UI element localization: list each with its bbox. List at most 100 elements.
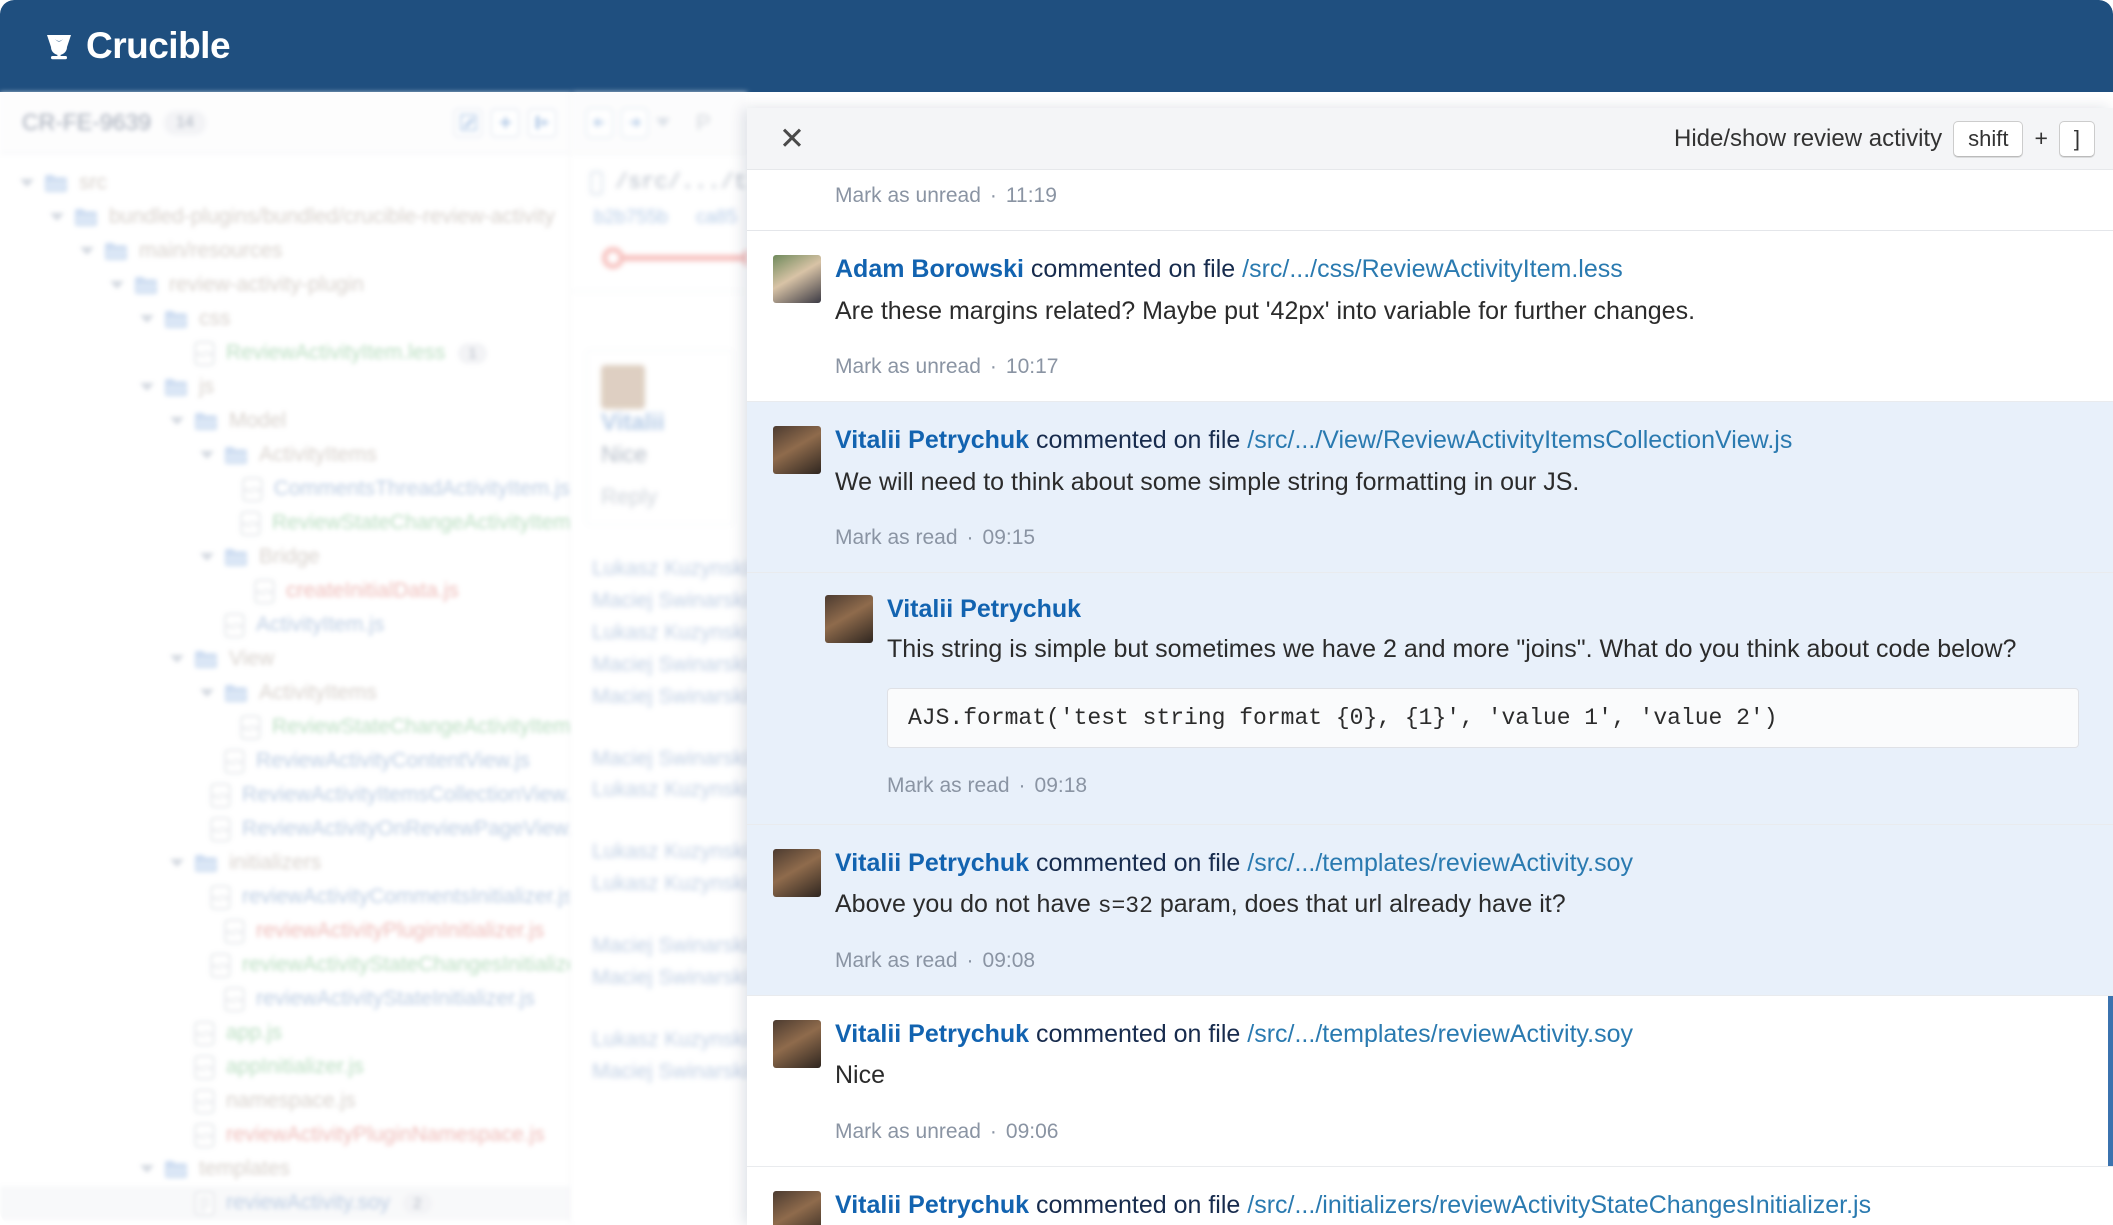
tree-expand-caret-icon[interactable] bbox=[140, 383, 154, 391]
tree-expand-caret-icon[interactable] bbox=[50, 213, 64, 221]
mark-as-unread-link[interactable]: Mark as unread bbox=[835, 355, 981, 378]
activity-reply-item[interactable]: Vitalii Petrychuk This string is simple … bbox=[747, 573, 2113, 825]
edit-review-button[interactable] bbox=[454, 108, 482, 137]
tree-file-row[interactable]: </> appInitializer.js bbox=[0, 1050, 570, 1084]
tree-file-row[interactable]: </> ReviewActivityOnReviewPageView.js bbox=[0, 812, 570, 846]
tree-file-row[interactable]: </> reviewActivityStateInitializer.js bbox=[0, 982, 570, 1016]
activity-item[interactable]: Vitalii Petrychuk commented on file /src… bbox=[747, 402, 2113, 573]
tree-expand-caret-icon[interactable] bbox=[200, 689, 214, 697]
add-file-button[interactable] bbox=[491, 108, 519, 137]
mark-as-read-link[interactable]: Mark as read bbox=[835, 526, 958, 549]
tree-folder-row[interactable]: Bridge bbox=[0, 540, 570, 574]
tree-file-row[interactable]: </> reviewActivityStateChangesInitializer… bbox=[0, 948, 570, 982]
activity-item[interactable]: Adam Borowski commented on file /src/...… bbox=[747, 231, 2113, 402]
comment-author[interactable]: Vitalii Petrychuk bbox=[835, 1191, 1029, 1219]
file-comment-count-badge: 1 bbox=[458, 342, 487, 364]
name-list-gap bbox=[592, 713, 747, 743]
comment-author[interactable]: Vitalii Petrychuk bbox=[835, 849, 1029, 877]
comment-author[interactable]: Vitalii Petrychuk bbox=[887, 595, 2079, 624]
tree-folder-row[interactable]: main/resources bbox=[0, 234, 570, 268]
tree-folder-row[interactable]: review-activity-plugin bbox=[0, 268, 570, 302]
tree-expand-caret-icon[interactable] bbox=[170, 417, 184, 425]
name-list-gap bbox=[592, 900, 747, 930]
file-checkbox[interactable] bbox=[590, 170, 603, 195]
tree-expand-caret-icon[interactable] bbox=[140, 1165, 154, 1173]
revision-slider[interactable] bbox=[594, 247, 747, 269]
tree-folder-row[interactable]: initializers bbox=[0, 846, 570, 880]
revision-slider-handle[interactable] bbox=[602, 247, 624, 269]
comment-author[interactable]: Adam Borowski bbox=[835, 255, 1024, 283]
tree-file-row[interactable]: </> reviewActivityPluginNamespace.js bbox=[0, 1118, 570, 1152]
comment-author[interactable]: Vitalii Petrychuk bbox=[835, 426, 1029, 454]
mark-as-read-link[interactable]: Mark as read bbox=[887, 774, 1010, 797]
tree-file-row[interactable]: </> ReviewStateChangeActivityItem.js bbox=[0, 506, 570, 540]
code-file-icon: </> bbox=[210, 953, 231, 978]
tree-file-row[interactable]: </> ReviewStateChangeActivityItemView.js bbox=[0, 710, 570, 744]
file-link[interactable]: /src/.../initializers/reviewActivityStat… bbox=[1247, 1191, 1871, 1219]
top-navigation-bar: Crucible bbox=[0, 0, 2113, 92]
tree-expand-caret-icon[interactable] bbox=[140, 315, 154, 323]
brand-logo-area[interactable]: Crucible bbox=[42, 25, 231, 67]
file-link[interactable]: /src/.../templates/reviewActivity.soy bbox=[1247, 849, 1633, 877]
chevron-down-icon[interactable] bbox=[656, 118, 670, 127]
previous-comment-button[interactable] bbox=[586, 107, 613, 138]
crucible-logo-icon bbox=[47, 35, 71, 60]
template-file-icon bbox=[194, 1191, 215, 1216]
tree-node-label: ReviewActivityItem.less bbox=[226, 341, 446, 364]
tree-expand-caret-icon[interactable] bbox=[80, 247, 94, 255]
tree-expand-caret-icon[interactable] bbox=[20, 179, 34, 187]
tree-file-row[interactable]: </> CommentsThreadActivityItem.js bbox=[0, 472, 570, 506]
tree-folder-row[interactable]: Model bbox=[0, 404, 570, 438]
tree-file-row[interactable]: reviewActivity.soy 2 bbox=[0, 1186, 570, 1220]
name-list-gap bbox=[592, 806, 747, 836]
activity-item[interactable]: Vitalii Petrychuk commented on file /src… bbox=[747, 1166, 2113, 1225]
tree-expand-caret-icon[interactable] bbox=[200, 553, 214, 561]
tree-file-row[interactable]: </> reviewActivityCommentsInitializer.js bbox=[0, 880, 570, 914]
code-file-icon: </> bbox=[210, 783, 231, 808]
tree-expand-caret-icon[interactable] bbox=[170, 655, 184, 663]
activity-meta: Mark as read · 09:15 bbox=[835, 526, 2079, 550]
tree-file-row[interactable]: </> createInitialData.js bbox=[0, 574, 570, 608]
close-icon[interactable]: ✕ bbox=[773, 123, 811, 154]
timestamp: 09:15 bbox=[982, 526, 1036, 549]
review-activity-list[interactable]: Mark as unread · 11:19 Adam Borowski comme… bbox=[747, 170, 2113, 1225]
tree-folder-row[interactable]: js bbox=[0, 370, 570, 404]
activity-item[interactable]: Vitalii Petrychuk commented on file /src… bbox=[747, 995, 2113, 1167]
tree-file-row[interactable]: </> app.js bbox=[0, 1016, 570, 1050]
tree-folder-row[interactable]: css bbox=[0, 302, 570, 336]
code-file-icon: </> bbox=[194, 1089, 215, 1114]
file-link[interactable]: /src/.../View/ReviewActivityItemsCollect… bbox=[1247, 426, 1792, 454]
tree-file-row[interactable]: </> reviewActivityPluginInitializer.js bbox=[0, 914, 570, 948]
reply-link[interactable]: Reply bbox=[601, 484, 718, 510]
code-file-icon: </> bbox=[224, 919, 245, 944]
tree-folder-row[interactable]: src bbox=[0, 166, 570, 200]
file-tree[interactable]: src bundled-plugins/bundled/crucible-revi… bbox=[0, 154, 570, 1220]
tree-folder-row[interactable]: bundled-plugins/bundled/crucible-review-… bbox=[0, 200, 570, 234]
tree-folder-row[interactable]: ActivityItems bbox=[0, 438, 570, 472]
mark-as-unread-link[interactable]: Mark as unread bbox=[835, 1120, 981, 1143]
tree-node-label: Bridge bbox=[259, 545, 320, 568]
tree-folder-row[interactable]: View bbox=[0, 642, 570, 676]
file-link[interactable]: /src/.../templates/reviewActivity.soy bbox=[1247, 1020, 1633, 1048]
collapse-panel-button[interactable] bbox=[528, 108, 556, 137]
tree-folder-row[interactable]: ActivityItems bbox=[0, 676, 570, 710]
mark-as-unread-link[interactable]: Mark as unread bbox=[835, 184, 981, 207]
file-link[interactable]: /src/.../css/ReviewActivityItem.less bbox=[1242, 255, 1623, 283]
tree-file-row[interactable]: </> ReviewActivityContentView.js bbox=[0, 744, 570, 778]
tree-file-row[interactable]: </> namespace.js bbox=[0, 1084, 570, 1118]
tree-file-row[interactable]: </> ActivityItem.js bbox=[0, 608, 570, 642]
comment-author[interactable]: Vitalii Petrychuk bbox=[835, 1020, 1029, 1048]
activity-item[interactable]: Vitalii Petrychuk commented on file /src… bbox=[747, 824, 2113, 996]
activity-item-partial: Mark as unread · 11:19 bbox=[747, 170, 2113, 231]
code-file-icon: </> bbox=[194, 1055, 215, 1080]
next-comment-button[interactable] bbox=[621, 107, 648, 138]
activity-meta: Mark as read · 09:08 bbox=[835, 949, 2079, 973]
tree-file-row[interactable]: </> ReviewActivityItemsCollectionView.js bbox=[0, 778, 570, 812]
tree-expand-caret-icon[interactable] bbox=[170, 859, 184, 867]
diff-file-row[interactable]: /src/.../t bbox=[572, 154, 747, 195]
tree-file-row[interactable]: </> ReviewActivityItem.less 1 bbox=[0, 336, 570, 370]
tree-expand-caret-icon[interactable] bbox=[110, 281, 124, 289]
tree-expand-caret-icon[interactable] bbox=[200, 451, 214, 459]
mark-as-read-link[interactable]: Mark as read bbox=[835, 949, 958, 972]
tree-folder-row[interactable]: templates bbox=[0, 1152, 570, 1186]
